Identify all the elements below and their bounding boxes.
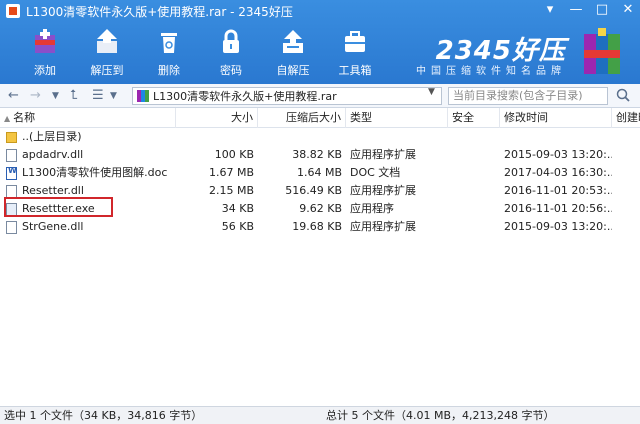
dll-icon xyxy=(6,221,17,234)
up-folder-icon[interactable]: ⮤ xyxy=(70,88,78,103)
toolbox-button[interactable]: 工具箱 xyxy=(324,26,386,80)
col-modified-header[interactable]: 修改时间 xyxy=(500,108,612,128)
col-size-header[interactable]: 大小 xyxy=(176,108,258,128)
col-type-header[interactable]: 类型 xyxy=(346,108,448,128)
extract-button[interactable]: 解压到 xyxy=(76,26,138,80)
list-item[interactable]: apdadrv.dll 100 KB 38.82 KB 应用程序扩展 2015-… xyxy=(0,146,640,164)
delete-label: 删除 xyxy=(158,64,180,77)
self-extract-label: 自解压 xyxy=(276,64,310,77)
view-mode-icon[interactable]: ☰ xyxy=(92,88,104,103)
folder-icon xyxy=(6,132,17,143)
selection-highlight-box xyxy=(4,197,113,217)
main-toolbar: 添加 解压到 删除 密码 自解压 工具箱 xyxy=(14,26,386,80)
column-header: ▲名称 大小 压缩后大小 类型 安全 修改时间 创建时 xyxy=(0,108,640,128)
doc-icon xyxy=(6,166,17,180)
lock-icon xyxy=(216,26,246,56)
path-field[interactable]: L1300清零软件永久版+使用教程.rar xyxy=(132,87,442,105)
back-arrow-icon[interactable]: ← xyxy=(8,88,19,103)
path-dropdown-icon[interactable]: ▼ xyxy=(428,87,435,97)
password-label: 密码 xyxy=(220,64,242,77)
forward-arrow-icon[interactable]: → xyxy=(30,88,41,103)
col-name-header[interactable]: ▲ 名称 xyxy=(0,108,176,128)
list-item[interactable]: L1300清零软件使用图解.doc 1.67 MB 1.64 MB DOC 文档… xyxy=(0,164,640,182)
list-item[interactable]: ..(上层目录) xyxy=(0,128,640,146)
extract-label: 解压到 xyxy=(90,64,124,77)
minimize-button[interactable]: — xyxy=(568,2,584,17)
maximize-button[interactable]: □ xyxy=(594,2,610,17)
toolbox-icon xyxy=(340,26,370,56)
history-dropdown-icon[interactable]: ▼ xyxy=(52,91,59,101)
status-bar: 选中 1 个文件（34 KB，34,816 字节） 总计 5 个文件（4.01 … xyxy=(0,406,640,424)
sort-up-icon: ▲ xyxy=(4,114,11,123)
title-bar: L1300清零软件永久版+使用教程.rar - 2345好压 ▾ — □ ✕ xyxy=(0,0,640,22)
rar-file-icon xyxy=(137,90,149,102)
trash-icon xyxy=(154,26,184,56)
status-total: 总计 5 个文件（4.01 MB，4,213,248 字节） xyxy=(326,409,555,422)
col-security-header[interactable]: 安全 xyxy=(448,108,500,128)
self-extract-icon xyxy=(278,26,308,56)
view-dropdown-icon[interactable]: ▼ xyxy=(110,91,117,101)
toolbox-label: 工具箱 xyxy=(338,64,372,77)
brand-archive-icon xyxy=(576,26,628,78)
search-icon[interactable] xyxy=(616,88,630,105)
list-item[interactable]: StrGene.dll 56 KB 19.68 KB 应用程序扩展 2015-0… xyxy=(0,218,640,236)
dll-icon xyxy=(6,149,17,162)
col-created-header[interactable]: 创建时 xyxy=(612,108,640,128)
add-label: 添加 xyxy=(34,64,56,77)
title-toolbar-area: L1300清零软件永久版+使用教程.rar - 2345好压 ▾ — □ ✕ 添… xyxy=(0,0,640,84)
address-bar: ← → ▼ ⮤ ☰ ▼ L1300清零软件永久版+使用教程.rar ▼ 当前目录… xyxy=(0,84,640,108)
menu-dropdown-icon[interactable]: ▾ xyxy=(542,2,558,17)
password-button[interactable]: 密码 xyxy=(200,26,262,80)
app-logo-icon xyxy=(6,4,20,18)
search-input[interactable]: 当前目录搜索(包含子目录) xyxy=(448,87,608,105)
self-extract-button[interactable]: 自解压 xyxy=(262,26,324,80)
add-button[interactable]: 添加 xyxy=(14,26,76,80)
window-title: L1300清零软件永久版+使用教程.rar - 2345好压 xyxy=(26,4,293,19)
col-packed-header[interactable]: 压缩后大小 xyxy=(258,108,346,128)
path-text: L1300清零软件永久版+使用教程.rar xyxy=(153,90,337,103)
close-button[interactable]: ✕ xyxy=(620,2,636,17)
delete-button[interactable]: 删除 xyxy=(138,26,200,80)
status-selected: 选中 1 个文件（34 KB，34,816 字节） xyxy=(4,409,203,422)
brand-slogan: 中国压缩软件知名品牌 xyxy=(416,66,566,77)
extract-icon xyxy=(92,26,122,56)
add-archive-icon xyxy=(30,26,60,56)
